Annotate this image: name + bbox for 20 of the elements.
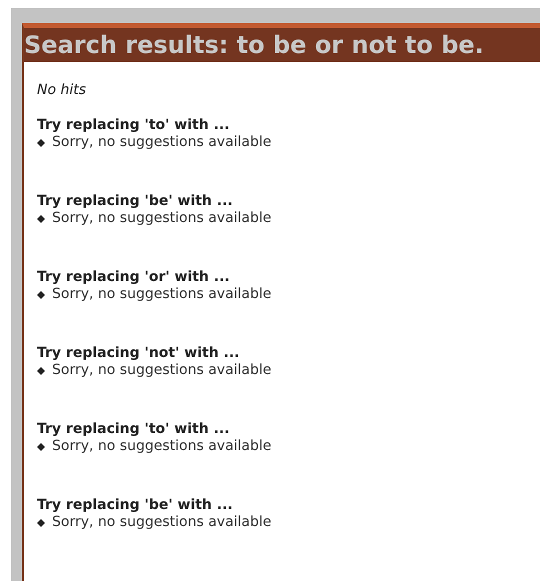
suggestion-text: Sorry, no suggestions available — [52, 286, 272, 303]
suggestion-text: Sorry, no suggestions available — [52, 134, 272, 151]
section-heading: Try replacing 'not' with ... — [37, 345, 240, 362]
suggestion-text: Sorry, no suggestions available — [52, 210, 272, 227]
status-text: No hits — [37, 82, 88, 99]
bullet-icon — [37, 138, 45, 146]
bullet-icon — [37, 214, 45, 222]
page-title: Search results: to be or not to be. — [24, 33, 484, 57]
section-heading: Try replacing 'or' with ... — [37, 269, 231, 286]
suggestion-text: Sorry, no suggestions available — [52, 438, 272, 455]
bullet-icon — [37, 442, 45, 450]
suggestion-text: Sorry, no suggestions available — [52, 514, 272, 531]
suggestion-text: Sorry, no suggestions available — [52, 362, 272, 379]
bullet-icon — [37, 290, 45, 298]
section-heading: Try replacing 'be' with ... — [37, 193, 234, 210]
section-heading: Try replacing 'be' with ... — [37, 497, 234, 514]
bullet-icon — [37, 366, 45, 374]
section-heading: Try replacing 'to' with ... — [37, 117, 231, 134]
section-heading: Try replacing 'to' with ... — [37, 421, 231, 438]
bullet-icon — [37, 518, 45, 526]
